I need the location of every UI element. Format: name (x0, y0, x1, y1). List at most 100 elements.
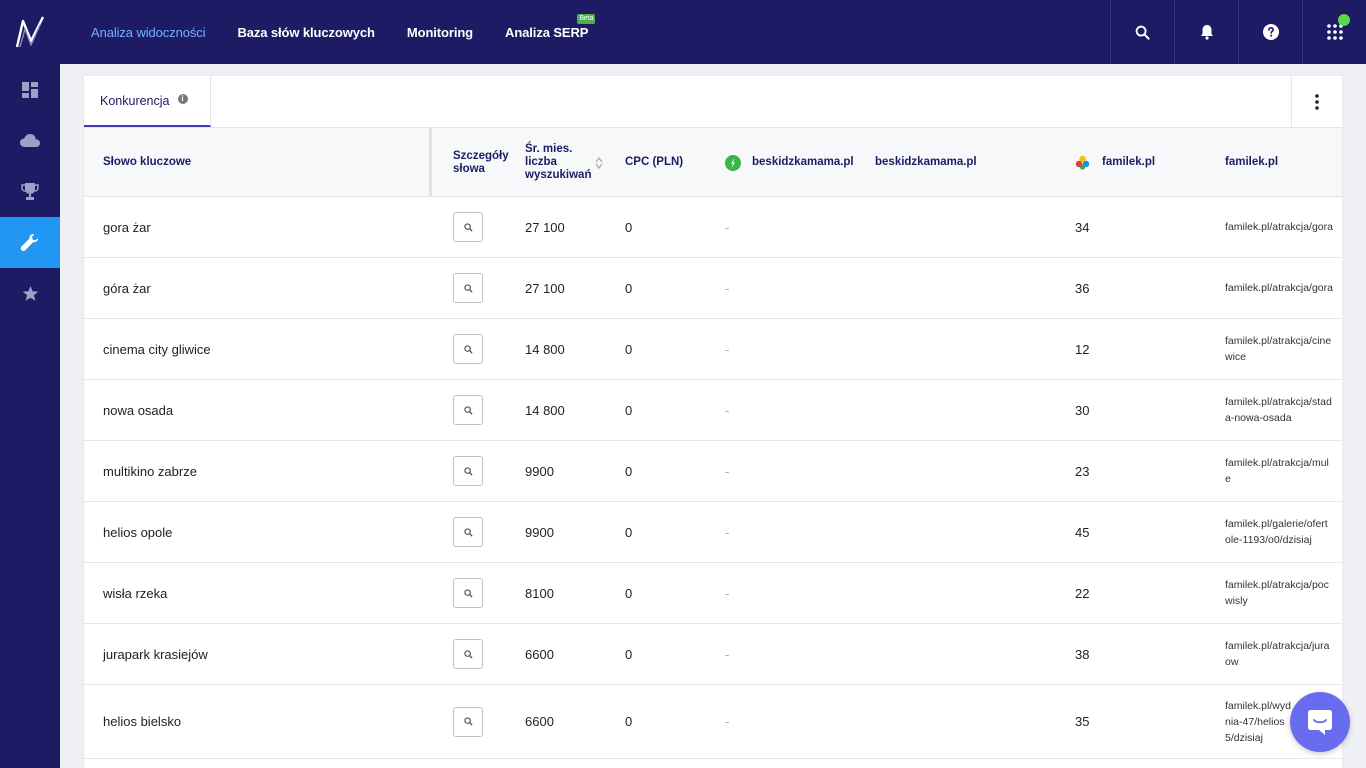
column-header-volume-line2: liczba (525, 156, 557, 168)
familek-url-line: e (1225, 473, 1231, 485)
cpc-cell: 0 (625, 341, 633, 357)
sidebar (0, 64, 60, 768)
chat-bubble-icon (1308, 710, 1332, 735)
nav-item-keyword-database[interactable]: Baza słów kluczowych (237, 25, 375, 40)
beskidzkamama-position-cell: - (725, 646, 730, 662)
main-nav: Analiza widoczności Baza słów kluczowych… (91, 0, 620, 64)
chat-widget-button[interactable] (1290, 692, 1350, 752)
familek-url-cell[interactable]: familek.pl/atrakcja/poc wisly (1225, 563, 1342, 623)
details-cell (453, 319, 483, 379)
cpc-cell: 0 (625, 714, 633, 729)
sidebar-item-tools[interactable] (0, 217, 60, 268)
familek-url-line: wisly (1225, 595, 1248, 607)
star-icon (22, 285, 38, 301)
volume-cell: 14 800 (525, 402, 565, 418)
volume-cell: 14 800 (525, 341, 565, 357)
volume-cell: 6600 (525, 646, 554, 662)
familek-url-line: familek.pl/atrakcja/gora (1225, 282, 1333, 294)
details-cell (453, 685, 483, 758)
help-button[interactable] (1238, 0, 1302, 64)
familek-url-line: familek.pl/atrakcja/cine (1225, 335, 1332, 347)
familek-url-cell[interactable]: familek.pl/atrakcja/cine wice (1225, 319, 1342, 379)
top-navigation-bar: Analiza widoczności Baza słów kluczowych… (0, 0, 1366, 64)
familek-url-cell[interactable]: familek.pl/atrakcja/gora (1225, 197, 1342, 257)
column-header-familek-label: familek.pl (1102, 156, 1156, 168)
table-row: helios opole 9900 0 - 45 familek.pl/gale… (84, 502, 1342, 563)
keyword-cell[interactable]: helios bielsko (103, 685, 181, 758)
keyword-cell[interactable]: gora żar (103, 197, 151, 257)
keyword-cell[interactable]: jurapark krasiejów (103, 624, 208, 684)
notifications-button[interactable] (1174, 0, 1238, 64)
sidebar-item-trophy[interactable] (0, 166, 60, 217)
column-header-beskidzkamama-label: beskidzkamama.pl (752, 156, 854, 168)
search-button[interactable] (1110, 0, 1174, 64)
keyword-details-button[interactable] (453, 334, 483, 364)
column-header-keyword[interactable]: Słowo kluczowe (84, 128, 432, 197)
keyword-details-button[interactable] (453, 273, 483, 303)
top-actions (1110, 0, 1366, 64)
magnifier-icon (463, 588, 473, 598)
familek-url-cell[interactable]: familek.pl/atrakcja/mul e (1225, 441, 1342, 501)
familek-url-line: familek.pl/atrakcja/stad (1225, 396, 1332, 408)
sidebar-item-dashboard[interactable] (0, 64, 60, 115)
keyword-details-button[interactable] (453, 706, 483, 737)
keyword-details-button[interactable] (453, 456, 483, 486)
trophy-icon (21, 183, 39, 200)
keyword-details-button[interactable] (453, 578, 483, 608)
help-icon (1262, 24, 1279, 40)
column-header-beskidzkamama-url[interactable]: beskidzkamama.pl (875, 128, 977, 197)
details-cell (453, 258, 483, 318)
familek-url-cell[interactable]: familek.pl/atrakcja/gora (1225, 258, 1342, 318)
nav-item-monitoring[interactable]: Monitoring (407, 25, 473, 40)
familek-url-line: familek.pl/atrakcja/poc (1225, 579, 1329, 591)
keyword-details-button[interactable] (453, 212, 483, 242)
familek-url-cell[interactable]: familek.pl/atrakcja/stad a-nowa-osada (1225, 380, 1342, 440)
table-header: Słowo kluczowe Szczegóły słowa Śr. mies. l… (84, 128, 1342, 197)
column-header-volume[interactable]: Śr. mies. liczba wyszukiwań (525, 128, 603, 197)
keyword-details-button[interactable] (453, 395, 483, 425)
volume-cell: 6600 (525, 714, 554, 729)
nav-item-serp-label: Analiza SERP (505, 24, 589, 40)
keyword-cell[interactable]: wisła rzeka (103, 563, 167, 623)
column-header-volume-line3: wyszukiwań (525, 169, 592, 181)
beskidzkamama-position-cell: - (725, 463, 730, 479)
online-status-dot (1338, 14, 1350, 26)
column-header-details-line2: słowa (453, 162, 485, 175)
magnifier-icon (463, 222, 473, 232)
info-icon[interactable]: i (177, 93, 188, 104)
column-header-familek-position[interactable]: familek.pl (1075, 128, 1155, 197)
apps-button[interactable] (1302, 0, 1366, 64)
familek-url-line: ole-1193/o0/dzisiaj (1225, 534, 1312, 546)
keyword-cell[interactable]: helios opole (103, 502, 172, 562)
table-body: gora żar 27 100 0 - 34 familek.pl/atrakc… (84, 197, 1342, 759)
sidebar-item-favorites[interactable] (0, 268, 60, 319)
keyword-cell[interactable]: cinema city gliwice (103, 319, 211, 379)
volume-cell: 8100 (525, 585, 554, 601)
column-header-beskidzkamama-position[interactable]: beskidzkamama.pl (725, 128, 854, 197)
sort-arrows-icon[interactable] (595, 156, 603, 169)
sidebar-item-cloud[interactable] (0, 115, 60, 166)
keyword-cell[interactable]: multikino zabrze (103, 441, 197, 501)
keyword-cell[interactable]: nowa osada (103, 380, 173, 440)
beskidzkamama-position-cell: - (725, 524, 730, 540)
keyword-details-button[interactable] (453, 517, 483, 547)
familek-url-line: wice (1225, 351, 1247, 363)
column-header-cpc[interactable]: CPC (PLN) (625, 128, 683, 197)
brand-logo-icon[interactable] (0, 0, 60, 64)
column-header-familek-url[interactable]: familek.pl (1225, 128, 1278, 197)
volume-cell: 27 100 (525, 280, 565, 296)
nav-item-visibility-analysis[interactable]: Analiza widoczności (91, 25, 206, 40)
details-cell (453, 380, 483, 440)
more-options-button[interactable] (1291, 76, 1342, 128)
familek-favicon-icon (1075, 155, 1090, 170)
dashboard-icon (22, 81, 38, 98)
cpc-cell: 0 (625, 585, 633, 601)
keyword-details-button[interactable] (453, 639, 483, 669)
cpc-cell: 0 (625, 402, 633, 418)
familek-url-cell[interactable]: familek.pl/atrakcja/jura ow (1225, 624, 1342, 684)
tab-competition[interactable]: Konkurencja i (84, 76, 211, 127)
familek-position-cell: 12 (1075, 341, 1090, 357)
nav-item-serp-analysis[interactable]: Analiza SERP Beta (505, 13, 596, 40)
familek-url-cell[interactable]: familek.pl/galerie/ofert ole-1193/o0/dzis… (1225, 502, 1342, 562)
keyword-cell[interactable]: góra żar (103, 258, 151, 318)
